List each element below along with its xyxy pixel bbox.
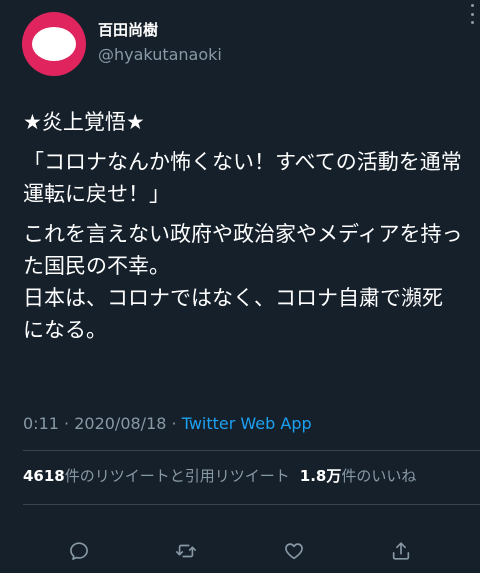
display-name[interactable]: 百田尚樹 <box>98 20 158 40</box>
tweet-source-link[interactable]: Twitter Web App <box>182 414 312 433</box>
retweets-count: 4618 <box>23 467 65 485</box>
tweet-date[interactable]: 2020/08/18 <box>74 414 166 433</box>
meta-separator: · <box>166 414 182 433</box>
likes-stat[interactable]: 1.8万件のいいね <box>300 467 417 485</box>
avatar[interactable] <box>22 12 86 76</box>
tweet-text-line-1: ★炎上覚悟★ <box>23 110 145 134</box>
tweet-actions <box>0 538 480 570</box>
like-button[interactable] <box>281 538 307 564</box>
divider <box>23 504 480 505</box>
share-icon <box>392 542 410 560</box>
reply-icon <box>70 542 88 560</box>
likes-label: 件のいいね <box>341 467 417 485</box>
tweet-meta: 0:11 · 2020/08/18 · Twitter Web App <box>23 412 312 436</box>
user-handle[interactable]: @hyakutanaoki <box>98 44 222 66</box>
more-options-icon[interactable] <box>470 4 474 24</box>
retweet-button[interactable] <box>173 538 199 564</box>
tweet-detail: 百田尚樹 @hyakutanaoki ★炎上覚悟★ 「コロナなんか怖くない！すべ… <box>0 0 480 573</box>
heart-icon <box>285 543 303 560</box>
divider <box>23 450 480 451</box>
retweets-label: 件のリツイートと引用リツイート <box>64 467 290 485</box>
tweet-text: ★炎上覚悟★ 「コロナなんか怖くない！すべての活動を通常運転に戻せ！」 これを言… <box>23 106 463 354</box>
tweet-time[interactable]: 0:11 <box>23 414 59 433</box>
meta-separator: · <box>58 414 75 433</box>
retweets-stat[interactable]: 4618件のリツイートと引用リツイート <box>23 467 290 485</box>
tweet-text-line-3: これを言えない政府や政治家やメディアを持った国民の不幸。 日本は、コロナではなく… <box>23 222 463 342</box>
avatar-egg-shape <box>32 27 76 61</box>
retweet-icon <box>176 544 196 558</box>
tweet-text-line-2: 「コロナなんか怖くない！すべての活動を通常運転に戻せ！」 <box>23 150 462 206</box>
reply-button[interactable] <box>66 538 92 564</box>
likes-count: 1.8万 <box>299 467 342 485</box>
share-button[interactable] <box>388 538 414 564</box>
tweet-stats: 4618件のリツイートと引用リツイート 1.8万件のいいね <box>23 464 416 488</box>
